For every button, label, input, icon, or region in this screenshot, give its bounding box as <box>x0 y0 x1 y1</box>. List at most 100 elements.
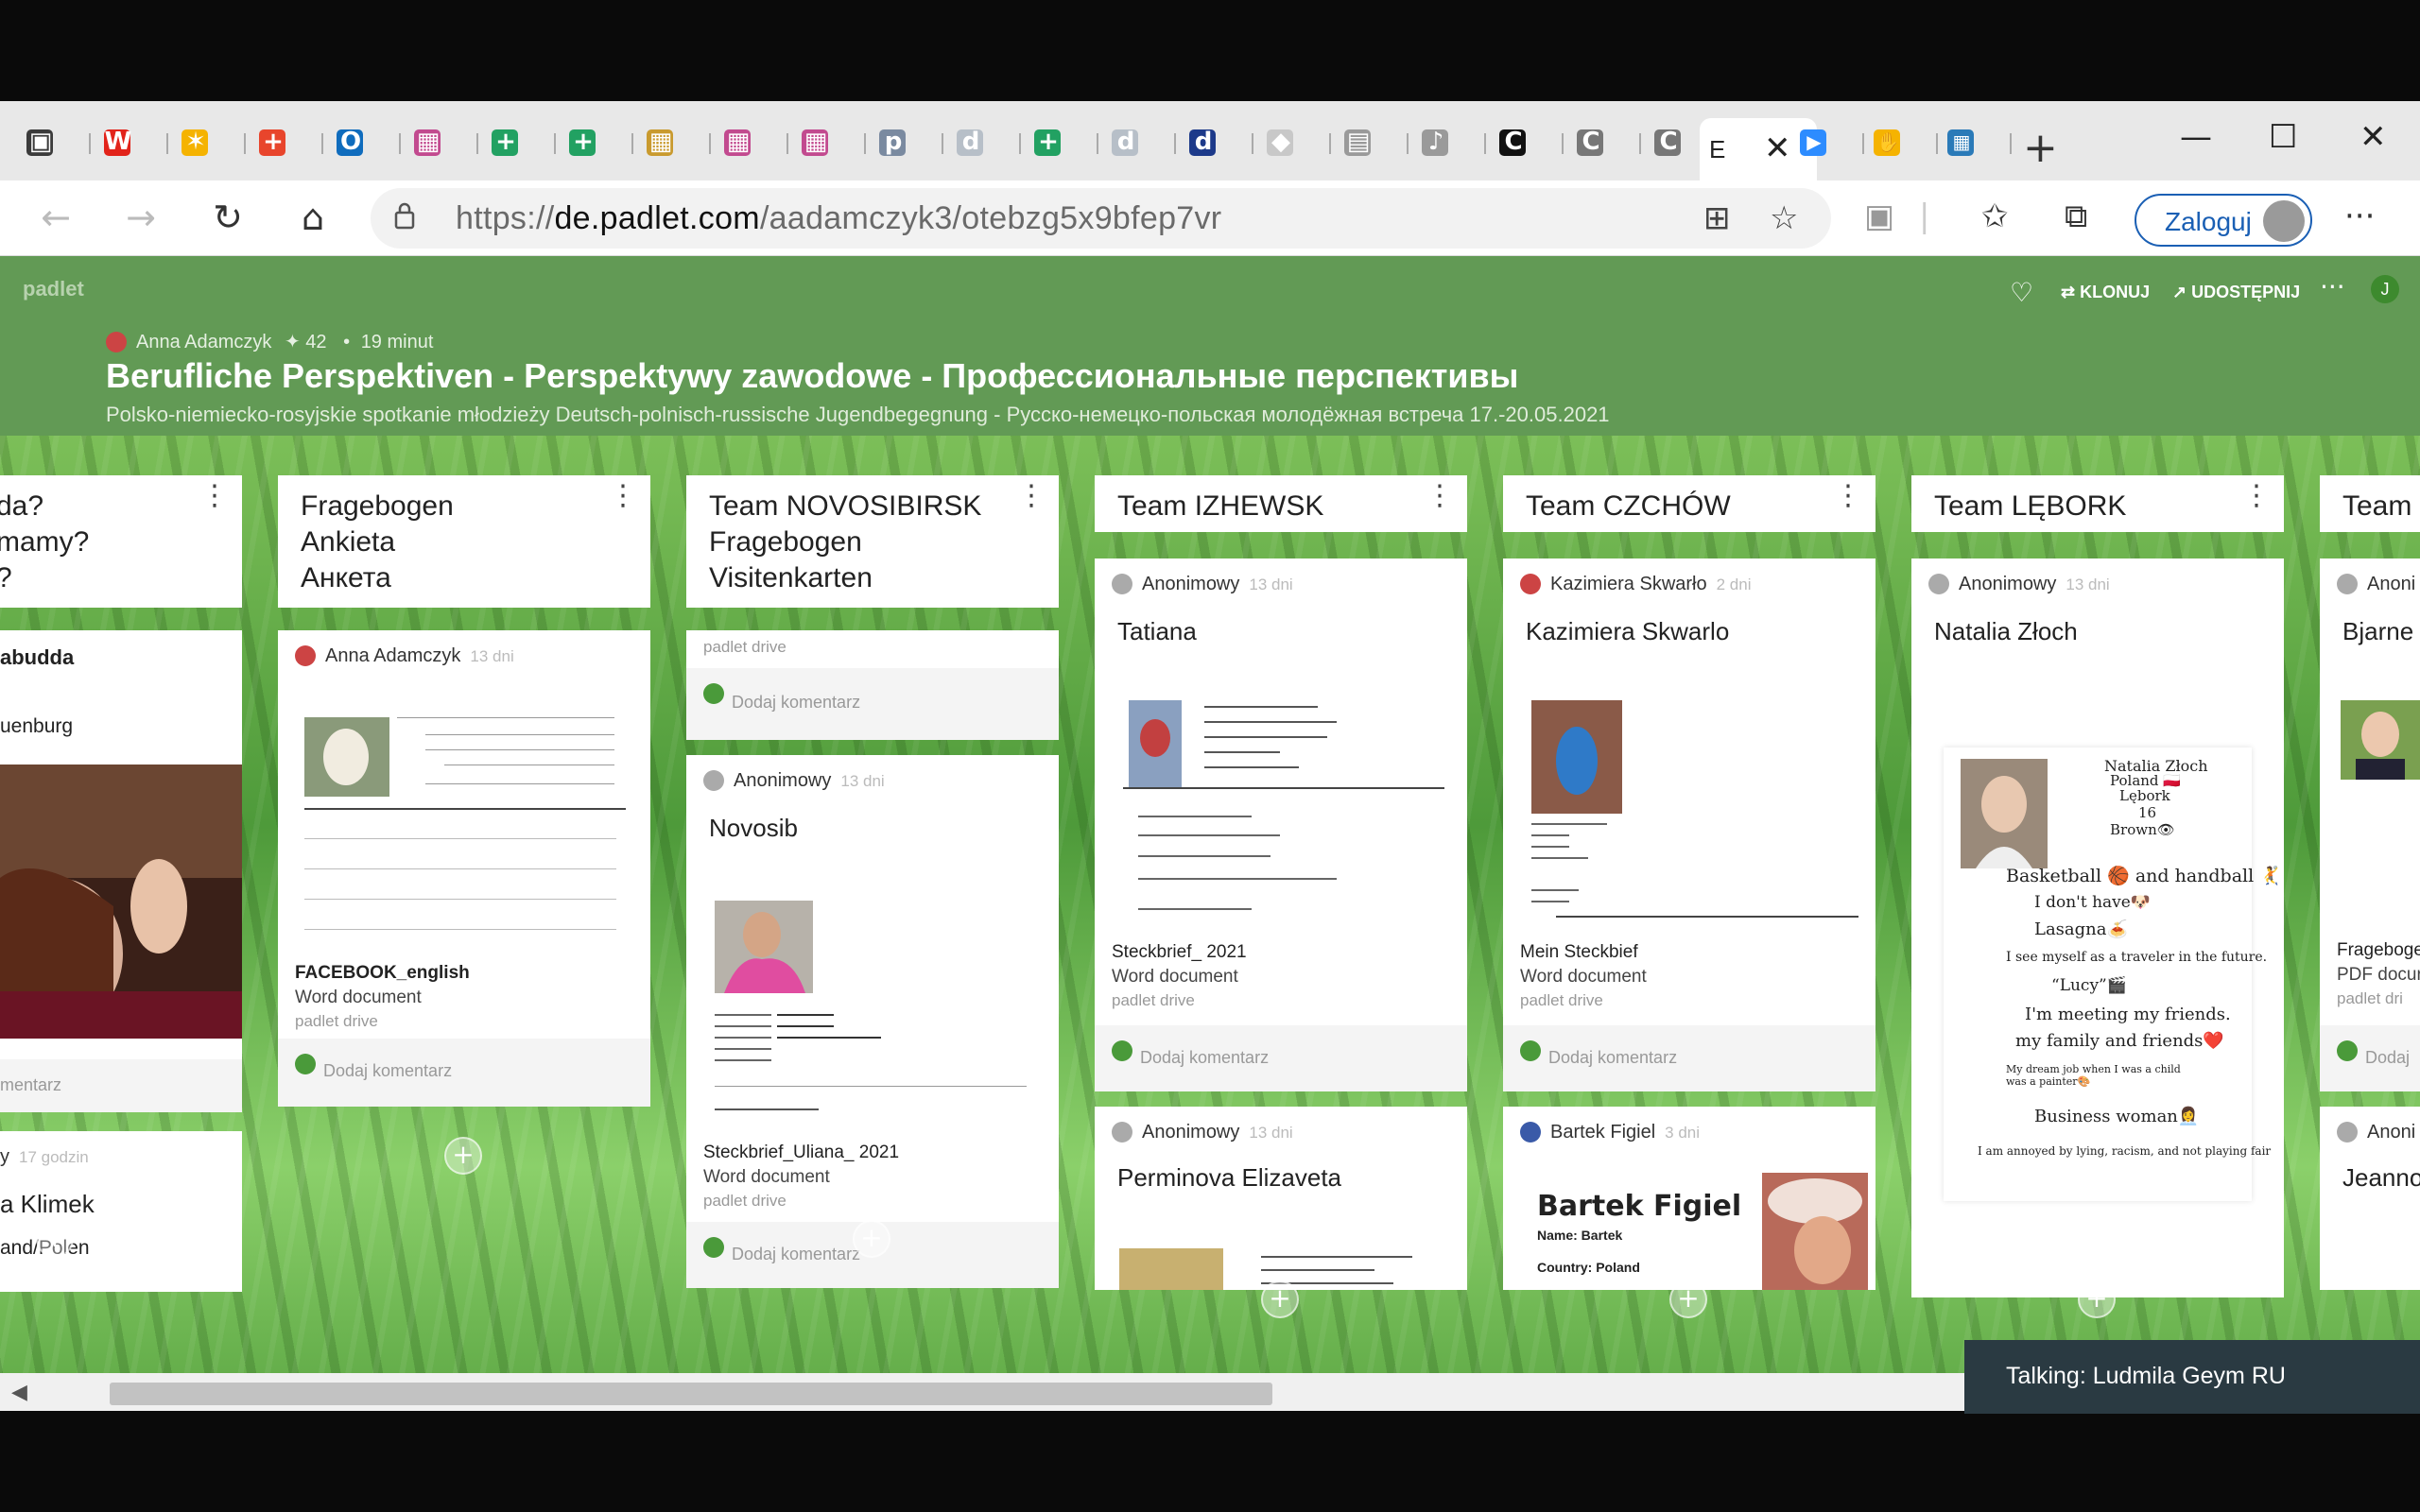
maximize-button[interactable]: ☐ <box>2269 118 2297 156</box>
card-title: Tatiana <box>1117 617 1197 645</box>
browser-tab[interactable]: ▦ <box>1934 118 2012 167</box>
browser-tab[interactable]: ▦ <box>711 118 788 167</box>
card[interactable]: Anoni Jeanno <box>2320 1107 2420 1290</box>
comment-bar[interactable]: Dodaj komentarz <box>686 668 1059 740</box>
minimize-button[interactable]: — <box>2180 118 2212 156</box>
add-post-button[interactable]: + <box>1261 1280 1299 1318</box>
add-post-button[interactable]: + <box>444 1137 482 1175</box>
comment-bar[interactable]: Dodaj <box>2320 1025 2420 1091</box>
card-meta: Anonimowy 13 dni <box>1928 574 2110 595</box>
add-post-button[interactable]: + <box>2078 1280 2116 1318</box>
browser-tab[interactable]: ▤ <box>1331 118 1409 167</box>
browser-tab[interactable]: ✋ <box>1860 118 1938 167</box>
comment-bar[interactable]: Dodaj komentarz <box>1095 1025 1467 1091</box>
browser-tab[interactable]: ▦ <box>788 118 866 167</box>
card[interactable]: y 17 godzin a Klimek and/Polen <box>0 1131 242 1292</box>
column-header: Team <box>2320 475 2420 532</box>
scroll-left-icon[interactable]: ◀ <box>11 1381 27 1404</box>
dot-separator: • <box>343 332 351 352</box>
browser-tab[interactable]: O <box>323 118 401 167</box>
talking-text: Talking: Ludmila Geym RU <box>2006 1363 2286 1389</box>
girl-photo <box>0 765 242 1039</box>
file-source: padlet drive <box>703 638 786 656</box>
collections-icon[interactable]: ⧉ <box>2065 198 2087 235</box>
address-bar[interactable]: https://de.padlet.com/aadamczyk3/otebzg5… <box>371 188 1831 249</box>
browser-tab[interactable]: + <box>246 118 323 167</box>
add-post-button[interactable]: + <box>853 1220 890 1258</box>
browser-tab[interactable]: ▶ <box>1787 118 1864 167</box>
add-favorite-icon[interactable]: ☆ <box>1770 199 1798 237</box>
add-post-button[interactable]: + <box>1669 1280 1707 1318</box>
browser-toolbar: ← → ↻ ⌂ https://de.padlet.com/aadamczyk3… <box>0 180 2420 256</box>
comment-bar[interactable]: mentarz <box>0 1059 242 1112</box>
add-post-button[interactable]: + <box>36 1220 74 1258</box>
card[interactable]: Kazimiera Skwarło 2 dni Kazimiera Skwarlo <box>1503 558 1876 1091</box>
card[interactable]: Anonimowy 13 dni Novosib Steckbrief_Ulia… <box>686 755 1059 1288</box>
browser-tab[interactable]: ✶ <box>168 118 246 167</box>
browser-tab[interactable]: d <box>1176 118 1253 167</box>
column-menu-icon[interactable]: ⋮ <box>1426 482 1454 510</box>
browser-tab[interactable]: + <box>478 118 556 167</box>
document-preview <box>1518 700 1858 927</box>
girl-photo <box>1961 759 2048 868</box>
card[interactable]: Anonimowy 13 dni Natalia Złoch Natalia Zł… <box>1911 558 2284 1297</box>
column-menu-icon[interactable]: ⋮ <box>1834 482 1862 510</box>
diamond-icon-glyph: ◆ <box>1271 128 1290 156</box>
clone-button[interactable]: ⇄ KLONUJ <box>2061 283 2150 302</box>
card[interactable]: Anonimowy 13 dni Tatiana Steckbrief_ 202… <box>1095 558 1467 1091</box>
apps-icon[interactable]: ⊞ <box>1703 199 1731 237</box>
page-subtitle: Polsko-niemiecko-rosyjskie spotkanie mło… <box>106 403 1610 426</box>
card[interactable]: Anoni Bjarne Frageboge PDF docur padlet … <box>2320 558 2420 1091</box>
column-menu-icon[interactable]: ⋮ <box>2242 482 2271 510</box>
browser-tab[interactable]: ▦ <box>401 118 478 167</box>
extension-icon[interactable]: ▣ <box>1864 198 1894 235</box>
settings-more-icon[interactable]: ··· <box>2344 198 2375 235</box>
card[interactable]: padlet drive Dodaj komentarz <box>686 630 1059 740</box>
browser-tab[interactable]: C <box>1564 118 1641 167</box>
heart-icon[interactable]: ♡ <box>2010 277 2033 308</box>
scrollbar-thumb[interactable] <box>110 1383 1272 1405</box>
comment-bar[interactable]: Dodaj komentarz <box>278 1039 650 1107</box>
forward-button[interactable]: → <box>117 194 164 241</box>
close-window-button[interactable]: ✕ <box>2360 118 2387 156</box>
home-button[interactable]: ⌂ <box>289 194 337 241</box>
padlet-logo[interactable]: padlet <box>23 277 84 301</box>
card[interactable]: Bartek Figiel 3 dni Bartek Figiel Name: B… <box>1503 1107 1876 1290</box>
browser-tab[interactable]: ♪ <box>1409 118 1486 167</box>
column-menu-icon[interactable]: ⋮ <box>200 482 229 510</box>
more-options-icon[interactable]: ··· <box>2320 271 2345 302</box>
user-dot-icon <box>703 1237 724 1258</box>
zoom-icon-glyph: ▶ <box>1806 130 1822 153</box>
share-button[interactable]: ↗ UDOSTĘPNIJ <box>2172 283 2300 302</box>
signin-button[interactable]: Zaloguj <box>2135 194 2312 247</box>
browser-tab[interactable]: ▦ <box>633 118 711 167</box>
browser-tab[interactable]: C <box>1486 118 1564 167</box>
reload-button[interactable]: ↻ <box>204 194 251 241</box>
browser-tab[interactable]: d <box>1098 118 1176 167</box>
steckbrief-line: “Lucy”🎬 <box>2051 976 2127 995</box>
card[interactable]: Anonimowy 13 dni Perminova Elizaveta <box>1095 1107 1467 1290</box>
card[interactable]: abudda uenburg mentarz <box>0 630 242 1112</box>
url-text[interactable]: https://de.padlet.com/aadamczyk3/otebzg5… <box>456 200 1221 237</box>
new-tab-button[interactable]: + <box>2023 128 2058 169</box>
file-name: Steckbrief_ 2021 <box>1112 942 1247 962</box>
browser-tab[interactable]: + <box>556 118 633 167</box>
browser-tab[interactable]: ◆ <box>1253 118 1331 167</box>
column-menu-icon[interactable]: ⋮ <box>609 482 637 510</box>
padlet-icon-glyph: ▦ <box>648 128 673 156</box>
column-menu-icon[interactable]: ⋮ <box>1017 482 1046 510</box>
column-partial-left: da? mamy? ? ⋮ abudda uenburg mentarz y17… <box>0 475 242 1292</box>
column-title: Fragebogen Ankieta Анкета <box>301 490 454 593</box>
card[interactable]: Anna Adamczyk 13 dni FACEBOOK_english Wo… <box>278 630 650 1107</box>
favorites-icon[interactable]: ✩ <box>1981 198 2009 235</box>
browser-tab[interactable]: ▣ <box>13 118 91 167</box>
user-avatar[interactable]: J <box>2371 275 2399 303</box>
browser-tab[interactable]: d <box>943 118 1021 167</box>
author-name[interactable]: Anna Adamczyk <box>136 332 271 352</box>
browser-tab[interactable]: W <box>91 118 168 167</box>
browser-tab[interactable]: + <box>1021 118 1098 167</box>
comment-bar[interactable]: Dodaj komentarz <box>1503 1025 1876 1091</box>
browser-tab[interactable]: p <box>866 118 943 167</box>
page-title: Berufliche Perspektiven - Perspektywy za… <box>106 356 1519 395</box>
back-button[interactable]: ← <box>32 194 79 241</box>
